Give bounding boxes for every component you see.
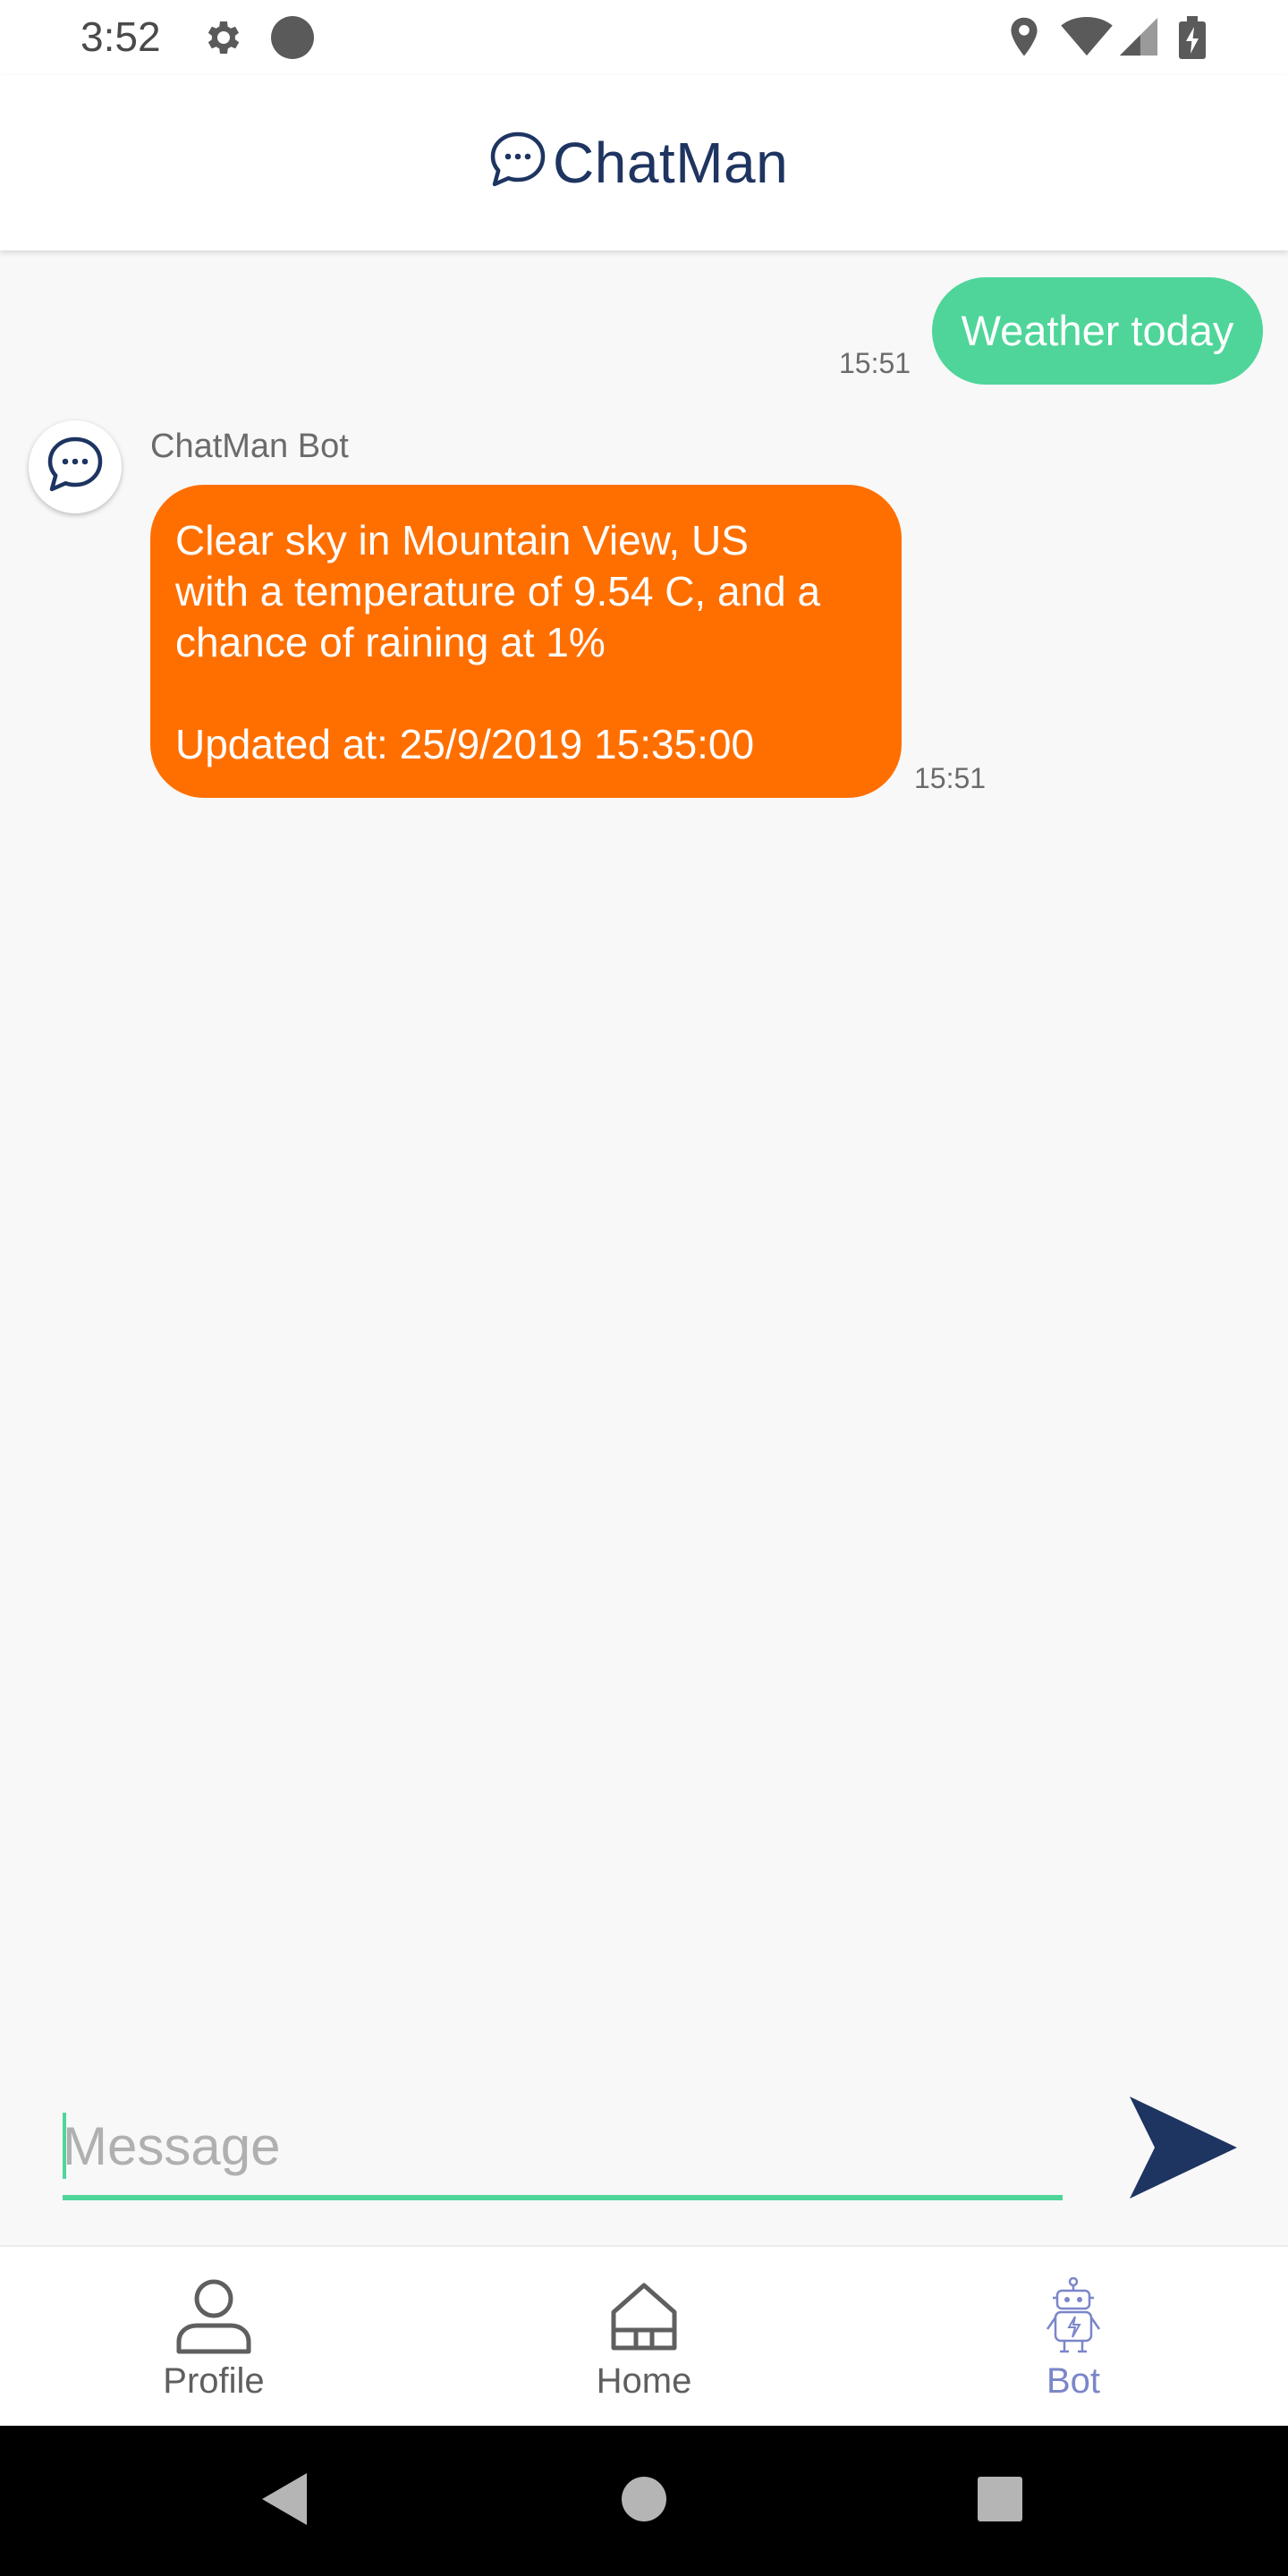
location-icon [1005, 16, 1043, 64]
chat-screen: 3:52 ChatMan Weather today 15:51 ChatMan… [0, 0, 1288, 2576]
house-icon [608, 2275, 680, 2356]
message-composer [0, 2075, 1288, 2245]
notification-dot-icon [270, 16, 315, 65]
status-time: 3:52 [80, 13, 161, 60]
status-bar: 3:52 [0, 0, 1288, 75]
brand: ChatMan [487, 129, 788, 196]
bot-message-line: chance of raining at 1% [175, 619, 606, 665]
cellular-signal-icon [1118, 16, 1159, 62]
system-home-button[interactable] [599, 2456, 689, 2546]
nav-item-home[interactable]: Home [537, 2247, 751, 2428]
app-header: ChatMan [0, 75, 1288, 250]
send-button[interactable] [1120, 2091, 1245, 2207]
send-arrow-icon [1124, 2095, 1241, 2205]
chat-bubble-dots-icon [487, 129, 549, 196]
app-title: ChatMan [553, 130, 789, 195]
nav-label-bot: Bot [1046, 2361, 1101, 2401]
chat-bubble-dots-icon [44, 434, 106, 501]
robot-icon [1042, 2275, 1105, 2356]
nav-label-home: Home [596, 2361, 692, 2401]
bot-message-line: Clear sky in Mountain View, US [175, 517, 749, 564]
back-triangle-icon [258, 2471, 310, 2531]
nav-item-profile[interactable]: Profile [106, 2247, 321, 2428]
user-message-bubble[interactable]: Weather today [932, 277, 1263, 385]
battery-charging-icon [1179, 16, 1206, 64]
message-input[interactable] [63, 2097, 1063, 2200]
system-navigation-bar [0, 2426, 1288, 2576]
nav-item-bot[interactable]: Bot [966, 2247, 1181, 2428]
person-icon [174, 2275, 254, 2356]
home-circle-icon [621, 2476, 667, 2527]
wifi-icon [1061, 16, 1113, 62]
text-caret [63, 2113, 66, 2179]
bot-message-updated: Updated at: 25/9/2019 15:35:00 [175, 721, 755, 767]
user-message-time: 15:51 [839, 347, 911, 379]
bot-sender-name: ChatMan Bot [150, 428, 349, 465]
chat-message-list[interactable]: Weather today 15:51 ChatMan Bot Clear sk… [0, 250, 1288, 2245]
bot-message-time: 15:51 [914, 762, 987, 794]
bot-message-line: with a temperature of 9.54 C, and a [175, 568, 821, 614]
bottom-navigation: Profile Home Bot [0, 2245, 1288, 2428]
settings-gear-icon [202, 16, 245, 64]
nav-label-profile: Profile [163, 2361, 265, 2401]
system-recents-button[interactable] [955, 2456, 1045, 2546]
recents-square-icon [977, 2476, 1023, 2527]
bot-message-bubble[interactable]: Clear sky in Mountain View, US with a te… [150, 485, 902, 798]
bot-avatar [29, 420, 122, 513]
system-back-button[interactable] [240, 2456, 329, 2546]
